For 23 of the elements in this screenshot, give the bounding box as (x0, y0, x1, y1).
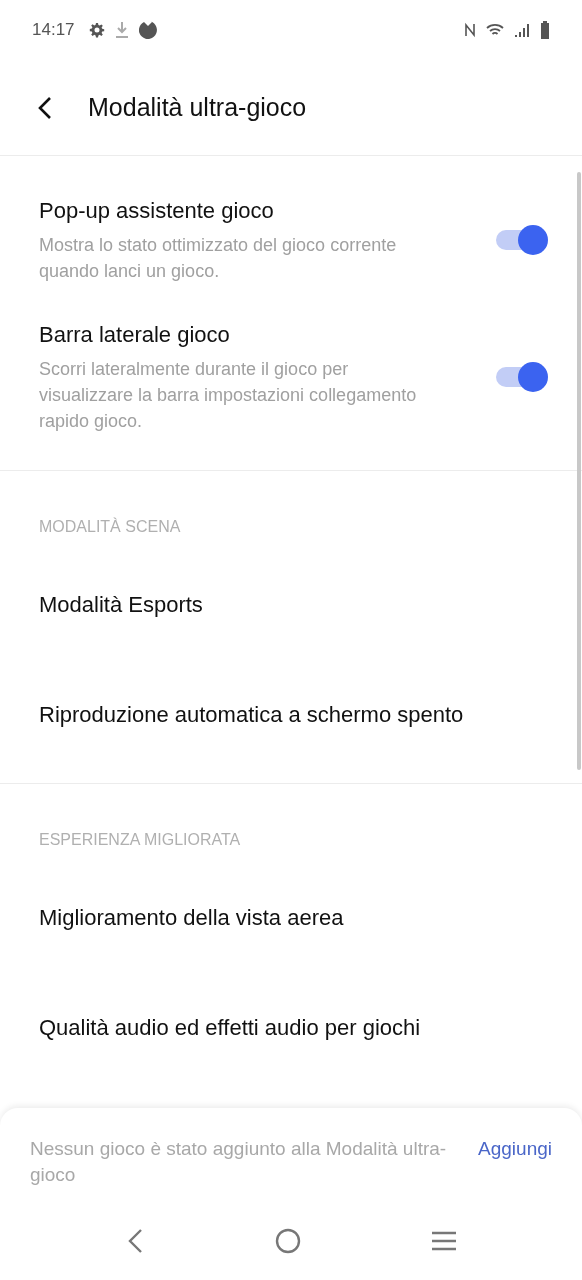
home-icon[interactable] (275, 1228, 301, 1254)
page-title: Modalità ultra-gioco (88, 91, 307, 123)
setting-title: Pop-up assistente gioco (39, 197, 275, 225)
back-icon[interactable] (38, 95, 52, 120)
nfc-icon (464, 22, 476, 38)
section-heading: ESPERIENZA MIGLIORATA (38, 830, 242, 850)
setting-title: Barra laterale gioco (39, 321, 231, 349)
menu-item[interactable]: Qualità audio ed effetti audio per giochi (39, 1010, 421, 1044)
empty-message: Nessun gioco è stato aggiunto alla Modalità ultra-gioco (30, 1137, 448, 1187)
battery-icon (540, 21, 550, 39)
status-time: 14:17 (32, 19, 75, 42)
menu-item[interactable]: Riproduzione automatica a schermo spento (39, 697, 464, 731)
download-icon (114, 21, 129, 39)
menu-item[interactable]: Miglioramento della vista aerea (39, 900, 344, 934)
setting-description: Scorri lateralmente durante il gioco per visualizzare la barra impostazioni collegamento rapido gioco. (39, 358, 418, 433)
add-link[interactable]: Aggiungi (478, 1136, 552, 1188)
toggle-switch[interactable] (496, 362, 548, 392)
toggle-switch[interactable] (496, 225, 548, 255)
setting-description: Mostra lo stato ottimizzato del gioco corrente quando lanci un gioco. (39, 234, 398, 283)
section-heading: MODALITÀ SCENA (38, 516, 182, 537)
settings-icon (88, 22, 105, 38)
menu-item[interactable]: Modalità Esports (39, 587, 203, 621)
signal-icon (514, 22, 530, 38)
